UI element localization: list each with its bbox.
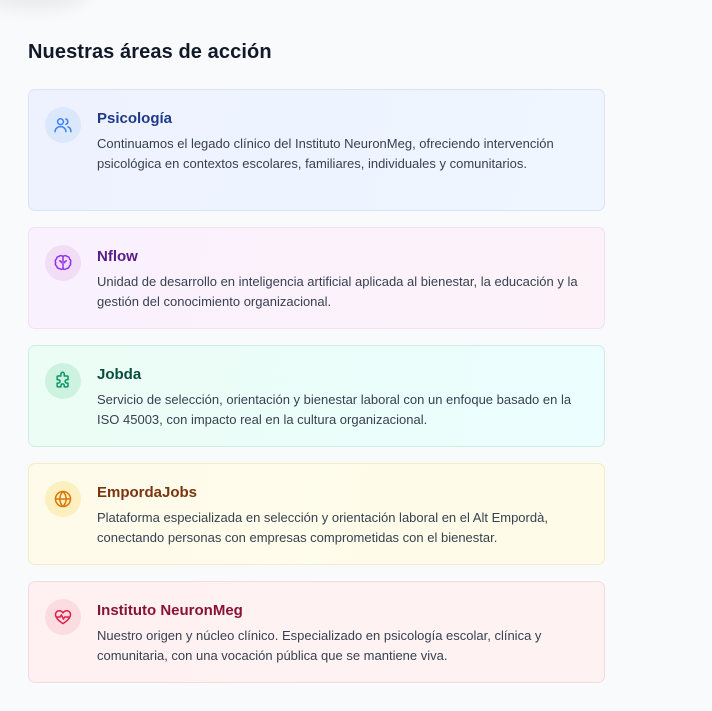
card-title: Instituto NeuronMeg (97, 602, 243, 619)
area-card-instituto-neuronmeg: Instituto NeuronMeg Nuestro origen y núc… (28, 581, 605, 683)
brain-icon (45, 245, 81, 281)
area-card-nflow: Nflow Unidad de desarrollo en inteligenc… (28, 227, 605, 329)
users-icon (45, 107, 81, 143)
area-card-jobda: Jobda Servicio de selección, orientación… (28, 345, 605, 447)
card-description: Plataforma especializada en selección y … (97, 510, 548, 545)
section-title: Nuestras áreas de acción (28, 41, 272, 63)
card-title: EmpordaJobs (97, 484, 198, 501)
area-card-empordajobs: EmpordaJobs Plataforma especializada en … (28, 463, 605, 565)
card-description: Servicio de selección, orientación y bie… (97, 392, 572, 427)
heart-pulse-icon (45, 599, 81, 635)
card-title: Psicología (97, 110, 173, 127)
card-description: Unidad de desarrollo en inteligencia art… (97, 274, 578, 309)
area-card-psicologia: Psicología Continuamos el legado clínico… (28, 89, 605, 211)
card-description: Continuamos el legado clínico del Instit… (97, 136, 554, 171)
card-title: Nflow (97, 248, 138, 265)
globe-icon (45, 481, 81, 517)
card-title: Jobda (97, 366, 142, 383)
corner-shadow (0, 0, 90, 10)
puzzle-icon (45, 363, 81, 399)
card-description: Nuestro origen y núcleo clínico. Especia… (97, 628, 542, 663)
